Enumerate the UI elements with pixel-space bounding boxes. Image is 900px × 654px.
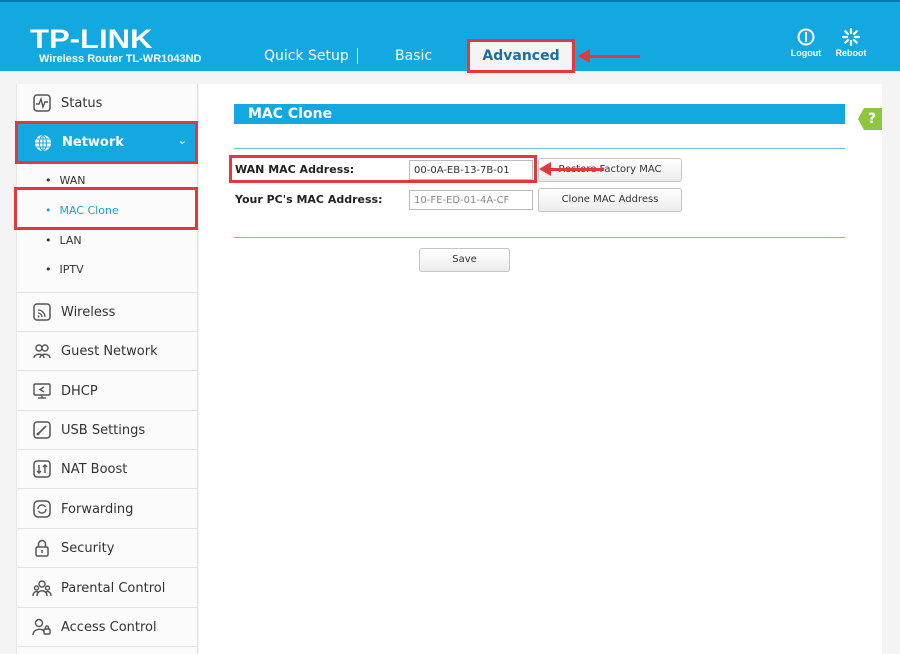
dhcp-icon bbox=[32, 381, 52, 401]
sidebar-item-label: Network bbox=[62, 135, 124, 150]
lock-icon bbox=[32, 538, 52, 558]
nat-boost-icon bbox=[32, 459, 52, 479]
sidebar-item-label: Access Control bbox=[61, 619, 157, 635]
sidebar-item-status[interactable]: Status bbox=[17, 84, 198, 123]
pc-mac-label: Your PC's MAC Address: bbox=[235, 193, 383, 206]
wireless-icon bbox=[32, 302, 52, 322]
sidebar-item-label: Forwarding bbox=[61, 501, 134, 517]
guest-network-icon bbox=[32, 341, 52, 361]
parental-control-icon bbox=[32, 578, 52, 598]
access-control-icon bbox=[32, 617, 52, 637]
sidebar-item-label: NAT Boost bbox=[61, 461, 128, 477]
router-model: Wireless Router TL-WR1043ND bbox=[39, 53, 202, 65]
sidebar-subitem-lan[interactable]: LAN bbox=[45, 234, 82, 247]
sidebar-item-parental-control[interactable]: Parental Control bbox=[17, 569, 198, 608]
sidebar-item-label: Status bbox=[61, 95, 103, 111]
annotation-arrow bbox=[578, 49, 640, 63]
sidebar-item-label: Guest Network bbox=[61, 343, 158, 359]
reboot-label: Reboot bbox=[835, 48, 867, 58]
sidebar-item-label: Security bbox=[61, 540, 115, 556]
sidebar-item-label: USB Settings bbox=[61, 422, 146, 438]
pc-mac-input[interactable] bbox=[409, 190, 533, 210]
save-button[interactable]: Save bbox=[419, 248, 510, 272]
sidebar-item-usb-settings[interactable]: USB Settings bbox=[17, 411, 198, 450]
sidebar-subitem-iptv[interactable]: IPTV bbox=[45, 263, 84, 276]
sidebar-item-guest-network[interactable]: Guest Network bbox=[17, 332, 198, 371]
forwarding-icon bbox=[32, 499, 52, 519]
chevron-down-icon: ⌄ bbox=[177, 134, 187, 147]
reboot-icon bbox=[842, 28, 860, 46]
divider bbox=[234, 148, 845, 149]
sidebar-item-dhcp[interactable]: DHCP bbox=[17, 372, 198, 411]
nav-basic[interactable]: Basic bbox=[395, 48, 432, 64]
annotation-highlight-box bbox=[14, 187, 198, 230]
sidebar-item-label: Wireless bbox=[61, 304, 116, 320]
annotation-arrow bbox=[539, 162, 604, 176]
logout-label: Logout bbox=[790, 48, 822, 58]
sidebar-item-label: Parental Control bbox=[61, 580, 166, 596]
divider bbox=[234, 237, 845, 238]
nav-advanced[interactable]: Advanced bbox=[467, 39, 575, 73]
reboot-button[interactable]: Reboot bbox=[831, 28, 871, 58]
nav-separator bbox=[357, 48, 358, 64]
globe-icon bbox=[33, 133, 53, 153]
status-icon bbox=[32, 93, 52, 113]
power-icon bbox=[797, 28, 815, 46]
annotation-highlight-box bbox=[229, 155, 537, 183]
usb-icon bbox=[32, 420, 52, 440]
sidebar-item-access-control[interactable]: Access Control bbox=[17, 608, 198, 647]
sidebar-subitem-wan[interactable]: WAN bbox=[45, 174, 86, 187]
sidebar: Status Network ⌄ WAN MAC Clone LAN IPTV … bbox=[15, 84, 198, 654]
sidebar-item-nat-boost[interactable]: NAT Boost bbox=[17, 450, 198, 489]
sidebar-item-security[interactable]: Security bbox=[17, 529, 198, 568]
sidebar-item-wireless[interactable]: Wireless bbox=[17, 293, 198, 332]
nav-quick-setup[interactable]: Quick Setup bbox=[264, 48, 349, 64]
brand-logo: TP-LINK bbox=[30, 24, 153, 54]
sidebar-item-network[interactable]: Network ⌄ bbox=[15, 121, 198, 164]
page-title: MAC Clone bbox=[234, 104, 845, 124]
clone-mac-address-button[interactable]: Clone MAC Address bbox=[538, 188, 682, 212]
top-header: TP-LINK Wireless Router TL-WR1043ND Quic… bbox=[0, 0, 900, 71]
logout-button[interactable]: Logout bbox=[786, 28, 826, 58]
sidebar-item-forwarding[interactable]: Forwarding bbox=[17, 490, 198, 529]
sidebar-item-label: DHCP bbox=[61, 383, 98, 399]
